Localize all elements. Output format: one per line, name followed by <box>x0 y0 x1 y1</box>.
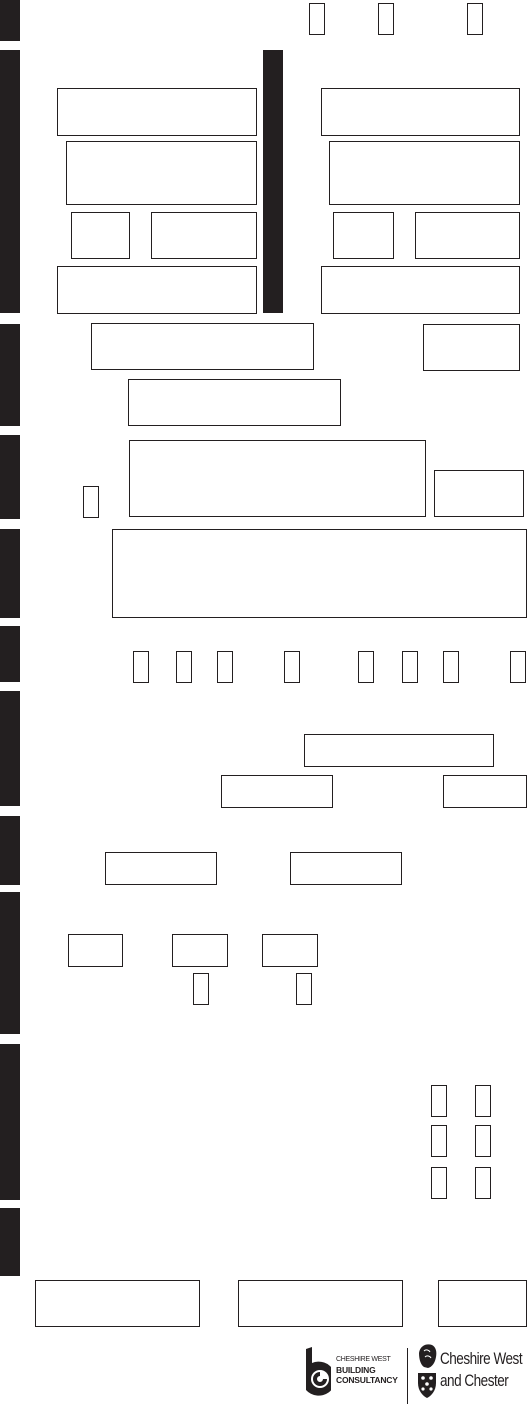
section-11-field-2[interactable] <box>238 1280 403 1327</box>
section-bar-9 <box>0 892 20 1034</box>
footer-logos: CHESHIRE WEST BUILDING CONSULTANCY Chesh… <box>303 1343 527 1404</box>
left-field-1[interactable] <box>57 88 257 136</box>
right-field-4[interactable] <box>415 212 520 259</box>
section-4-field-2[interactable] <box>434 470 524 517</box>
section-10-checkbox-3a[interactable] <box>431 1167 447 1199</box>
section-7-field-3[interactable] <box>443 775 527 808</box>
section-8-field-2[interactable] <box>290 852 402 885</box>
section-6-checkbox-3[interactable] <box>217 651 233 683</box>
section-3-field-1[interactable] <box>91 323 314 370</box>
section-4-checkbox[interactable] <box>83 486 99 518</box>
council-wordmark: Cheshire West and Chester <box>440 1348 523 1392</box>
column-divider-bar <box>263 50 283 313</box>
left-field-3[interactable] <box>71 212 130 259</box>
section-10-checkbox-2a[interactable] <box>431 1125 447 1157</box>
council-line-1: Cheshire West <box>440 1350 523 1368</box>
section-7-field-1[interactable] <box>304 734 494 767</box>
section-4-field-1[interactable] <box>129 440 426 517</box>
left-field-5[interactable] <box>57 266 257 314</box>
section-10-checkbox-2b[interactable] <box>475 1125 491 1157</box>
building-consultancy-wordmark: CHESHIRE WEST BUILDING CONSULTANCY <box>336 1355 398 1385</box>
section-bar-3 <box>0 324 20 426</box>
lion-crest-icon <box>418 1344 437 1398</box>
building-consultancy-b-icon <box>306 1347 331 1396</box>
section-10-checkbox-3b[interactable] <box>475 1167 491 1199</box>
checkbox-1-3[interactable] <box>467 3 483 35</box>
section-6-checkbox-6[interactable] <box>402 651 418 683</box>
section-3-field-3[interactable] <box>128 379 341 426</box>
section-6-checkbox-4[interactable] <box>284 651 300 683</box>
bc-line-3: CONSULTANCY <box>336 1375 398 1385</box>
section-bar-4 <box>0 435 20 519</box>
section-6-checkbox-7[interactable] <box>443 651 459 683</box>
checkbox-1-2[interactable] <box>378 3 394 35</box>
section-11-field-3[interactable] <box>438 1280 527 1327</box>
section-bar-6 <box>0 626 20 682</box>
left-field-2[interactable] <box>66 141 257 205</box>
section-9-checkbox-1[interactable] <box>193 973 209 1005</box>
checkbox-1-1[interactable] <box>309 3 325 35</box>
section-6-checkbox-2[interactable] <box>176 651 192 683</box>
right-field-3[interactable] <box>333 212 394 259</box>
section-bar-7 <box>0 691 20 806</box>
section-6-checkbox-1[interactable] <box>133 651 149 683</box>
section-bar-8 <box>0 816 20 885</box>
right-field-2[interactable] <box>329 141 520 205</box>
section-9-field-2[interactable] <box>172 934 228 967</box>
section-7-field-2[interactable] <box>221 775 333 808</box>
section-5-textarea[interactable] <box>112 529 527 618</box>
section-10-checkbox-1b[interactable] <box>475 1085 491 1117</box>
council-line-2: and Chester <box>440 1372 509 1390</box>
section-6-checkbox-5[interactable] <box>358 651 374 683</box>
section-11-field-1[interactable] <box>35 1280 200 1327</box>
left-field-4[interactable] <box>151 212 257 259</box>
section-8-field-1[interactable] <box>105 852 217 885</box>
section-10-checkbox-1a[interactable] <box>431 1085 447 1117</box>
section-bar-1 <box>0 0 20 41</box>
section-6-checkbox-8[interactable] <box>510 651 526 683</box>
section-bar-11 <box>0 1208 20 1276</box>
logo-divider <box>407 1348 408 1404</box>
section-3-field-2[interactable] <box>423 324 520 371</box>
bc-line-2: BUILDING <box>336 1365 376 1375</box>
section-9-field-3[interactable] <box>262 934 318 967</box>
section-9-checkbox-2[interactable] <box>296 973 312 1005</box>
section-9-field-1[interactable] <box>68 934 123 967</box>
right-field-1[interactable] <box>321 88 520 136</box>
section-bar-5 <box>0 529 20 618</box>
section-bar-10 <box>0 1044 20 1200</box>
bc-line-1: CHESHIRE WEST <box>336 1356 391 1363</box>
section-bar-2 <box>0 50 20 313</box>
right-field-5[interactable] <box>321 266 520 314</box>
